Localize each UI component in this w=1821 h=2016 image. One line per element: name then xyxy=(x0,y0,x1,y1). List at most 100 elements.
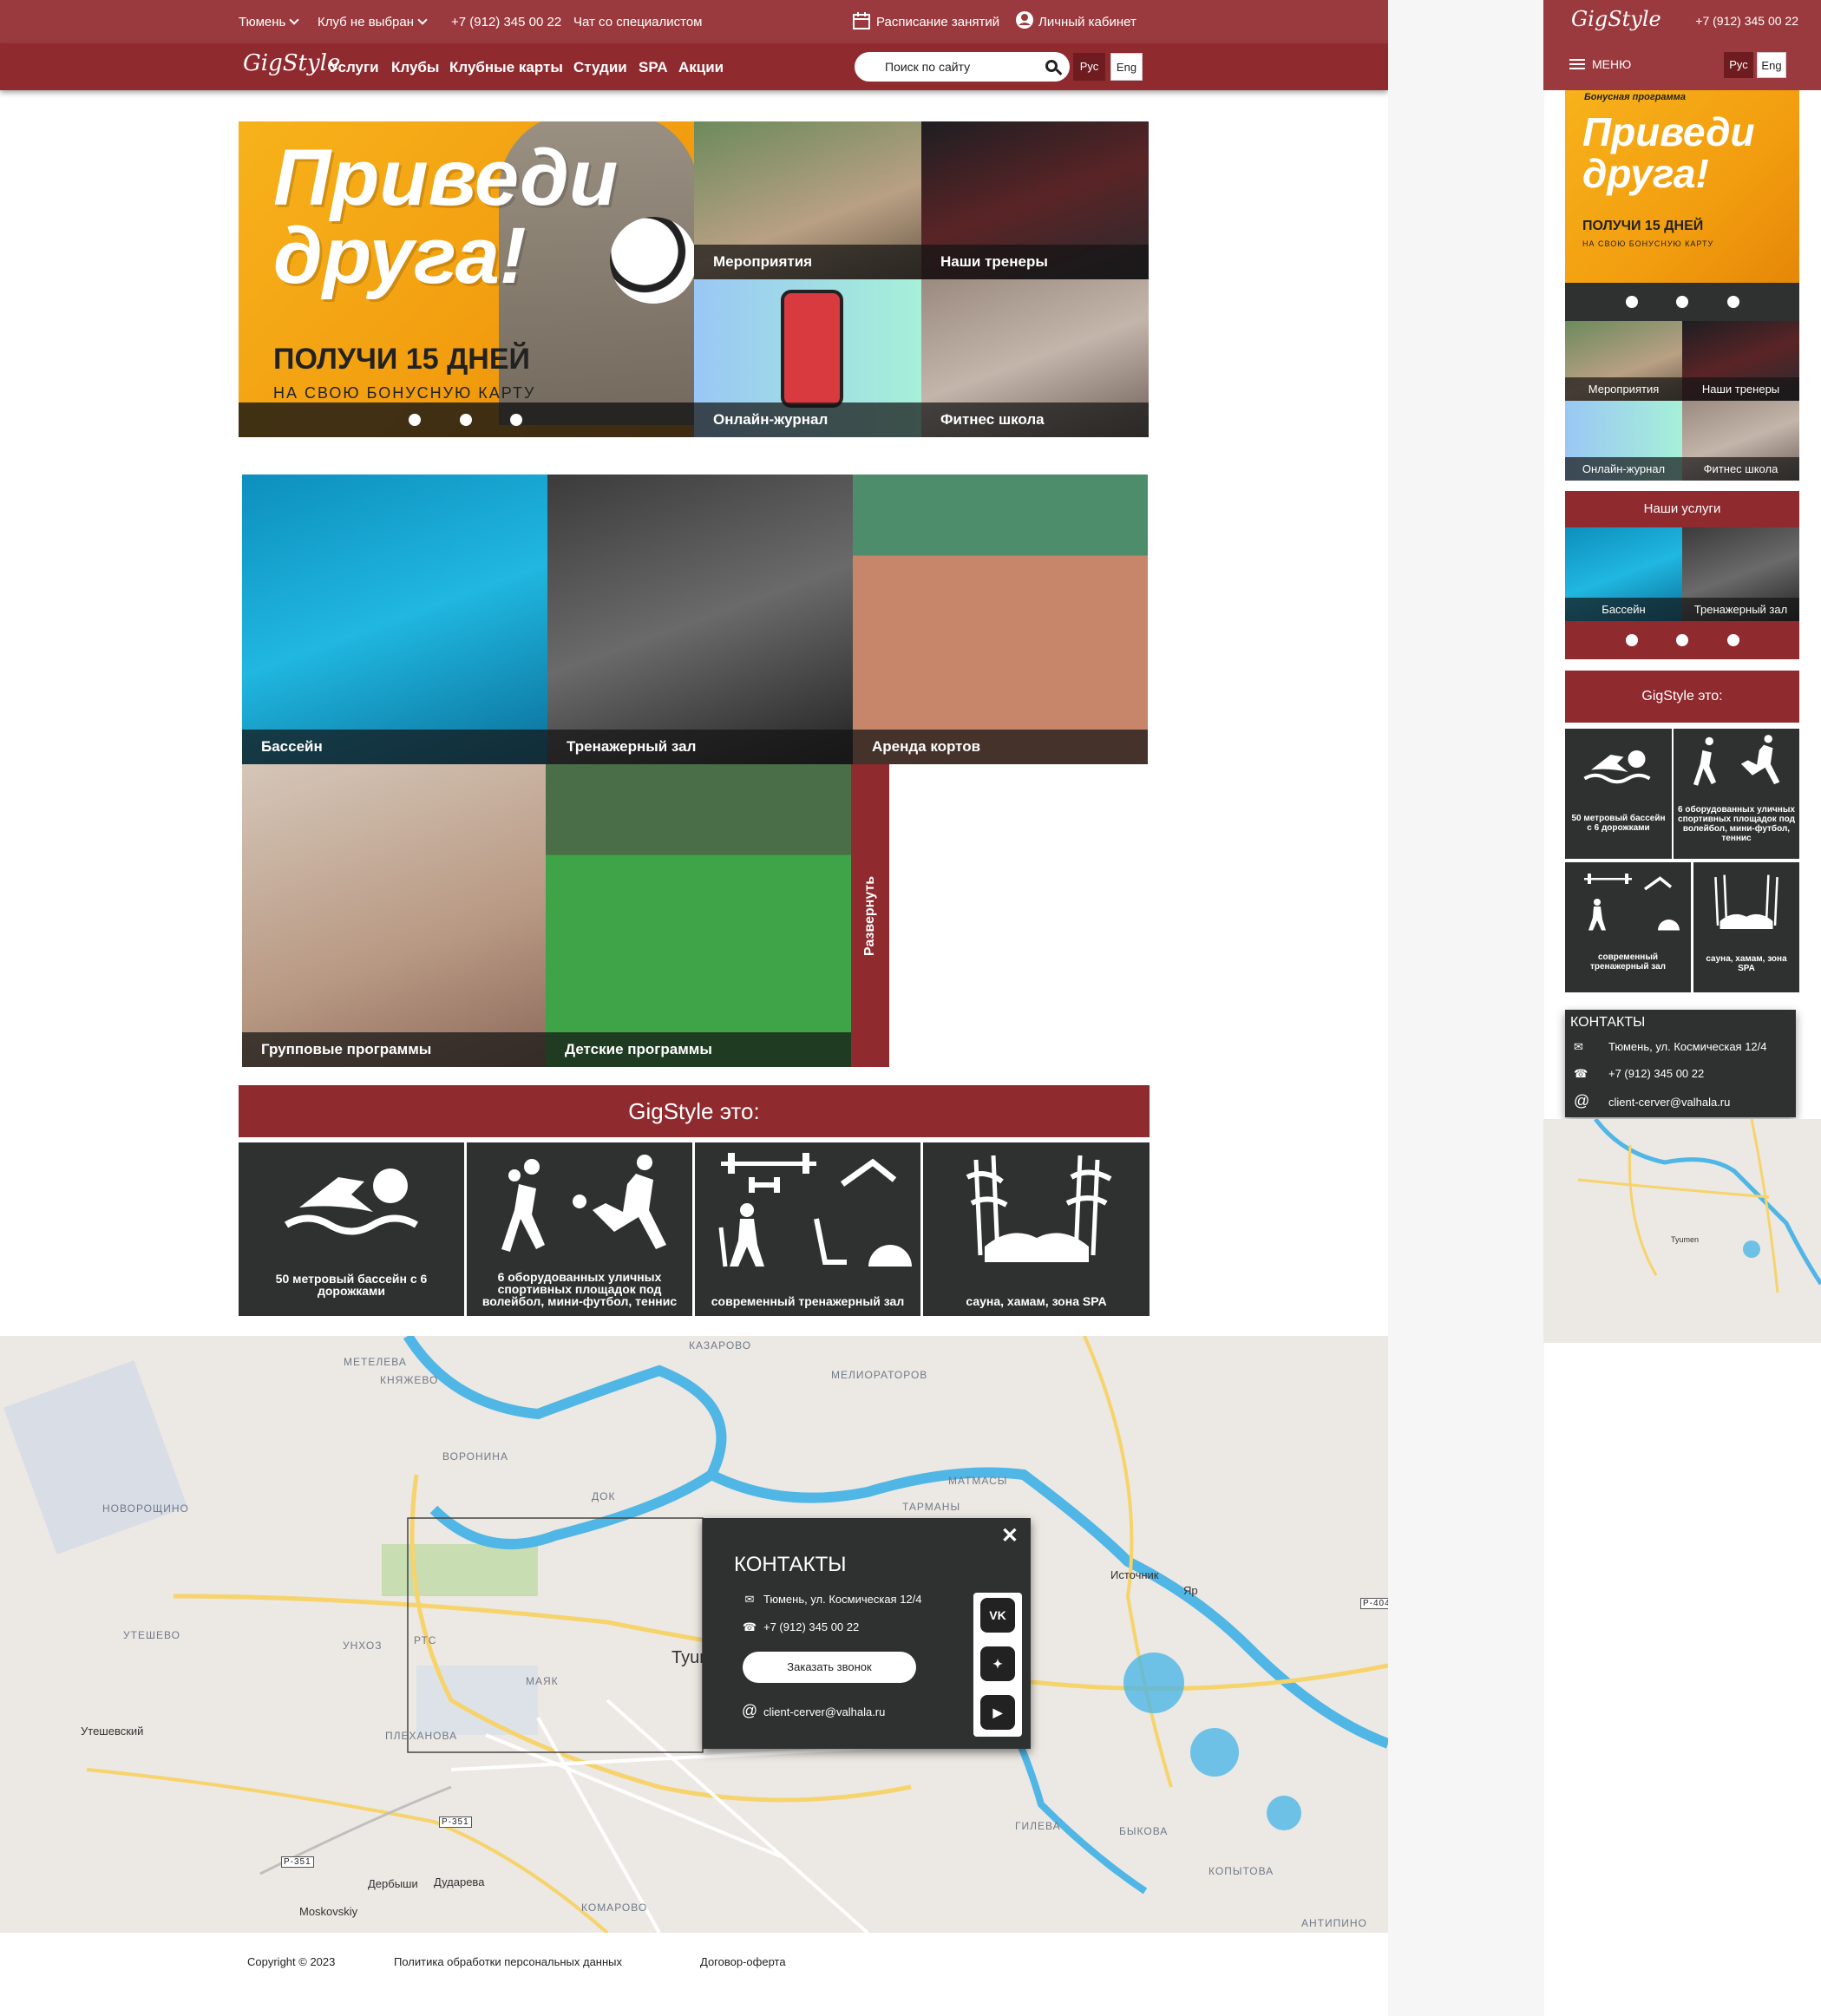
mobile-contact-phone[interactable]: ☎ +7 (912) 345 00 22 xyxy=(1574,1067,1704,1081)
mobile-contact-address: ✉ Тюмень, ул. Космическая 12/4 xyxy=(1574,1040,1767,1053)
nav-spa[interactable]: SPA xyxy=(639,59,668,76)
promo-banner[interactable]: Приведи друга! ПОЛУЧИ 15 ДНЕЙ НА СВОЮ БОН… xyxy=(239,121,694,437)
contact-phone[interactable]: ☎ +7 (912) 345 00 22 xyxy=(741,1620,859,1634)
contact-email[interactable]: @ client-cerver@valhala.ru xyxy=(741,1702,886,1720)
mobile-map[interactable]: Tyumen xyxy=(1543,1119,1821,1343)
swimmer-icon xyxy=(284,1168,419,1235)
city-selector[interactable]: Тюмень xyxy=(239,15,300,29)
tile-label: Фитнес школа xyxy=(921,403,1149,437)
social-links: VK ✦ ▶ xyxy=(973,1593,1022,1737)
header-phone[interactable]: +7 (912) 345 00 22 xyxy=(451,15,561,29)
nav-studios[interactable]: Студии xyxy=(573,59,627,76)
tile-label: Аренда кортов xyxy=(853,730,1148,764)
nav-club-cards[interactable]: Клубные карты xyxy=(449,59,563,76)
expand-button[interactable]: Развернуть xyxy=(851,764,889,1067)
mobile-contact-email[interactable]: @ client-cerver@valhala.ru xyxy=(1574,1092,1730,1110)
order-call-button[interactable]: Заказать звонок xyxy=(743,1652,916,1683)
mobile-tile-events[interactable]: Мероприятия xyxy=(1565,321,1682,401)
gym-equipment-icon xyxy=(718,1153,912,1267)
contacts-title: КОНТАКТЫ xyxy=(734,1553,847,1576)
tile-label: Бассейн xyxy=(242,730,547,764)
sauna-bamboo-icon xyxy=(966,1155,1111,1262)
rutube-icon[interactable]: ▶ xyxy=(980,1695,1015,1730)
offer-link[interactable]: Договор-оферта xyxy=(700,1955,786,1968)
mobile-about-title: GigStyle это: xyxy=(1565,671,1799,723)
promo-title: Приведи друга! xyxy=(273,134,619,300)
mobile-lang-en[interactable]: Eng xyxy=(1757,52,1786,78)
promo-subtitle: ПОЛУЧИ 15 ДНЕЙ xyxy=(273,343,530,376)
lang-ru-button[interactable]: Рус xyxy=(1073,53,1105,81)
feature-sports-grounds: 6 оборудованных уличных спортивных площа… xyxy=(467,1142,692,1316)
feature-gym: современный тренажерный зал xyxy=(695,1142,920,1316)
mobile-feature-sports: 6 оборудованных уличных спортивных площа… xyxy=(1674,729,1799,859)
mobile-service-gym[interactable]: Тренажерный зал xyxy=(1682,527,1799,621)
menu-icon xyxy=(1569,59,1585,69)
lang-en-button[interactable]: Eng xyxy=(1110,53,1143,81)
search-icon[interactable] xyxy=(1045,60,1058,72)
tile-label: Групповые программы xyxy=(242,1032,546,1067)
nav-clubs[interactable]: Клубы xyxy=(391,59,439,76)
mobile-feature-gym: современный тренажерный зал xyxy=(1565,862,1691,992)
tile-label: Тренажерный зал xyxy=(547,730,853,764)
tile-label: Наши тренеры xyxy=(921,245,1149,279)
service-gym[interactable]: Тренажерный зал xyxy=(547,475,853,764)
soccer-ball-image xyxy=(610,217,694,304)
mobile-tile-school[interactable]: Фитнес школа xyxy=(1682,401,1799,481)
envelope-icon: ✉ xyxy=(1574,1040,1583,1053)
club-selector[interactable]: Клуб не выбран xyxy=(318,15,428,29)
carousel-dots xyxy=(239,403,694,437)
mobile-lang-ru[interactable]: Рус xyxy=(1724,52,1753,78)
main-nav: GigStyle Услуги Клубы Клубные карты Студ… xyxy=(0,43,1388,90)
privacy-link[interactable]: Политика обработки персональных данных xyxy=(394,1955,622,1968)
tile-label: Мероприятия xyxy=(694,245,921,279)
vk-icon[interactable]: VK xyxy=(980,1598,1015,1633)
volleyball-football-icon xyxy=(501,1155,666,1252)
mobile-services-title: Наши услуги xyxy=(1565,491,1799,527)
tile-trainers[interactable]: Наши тренеры xyxy=(921,121,1149,279)
site-logo[interactable]: GigStyle xyxy=(243,50,340,76)
mobile-feature-pool: 50 метровый бассейн с 6 дорожками xyxy=(1565,729,1672,859)
service-kids-programs[interactable]: Детские программы xyxy=(546,764,851,1067)
carousel-dot[interactable] xyxy=(409,414,421,426)
tile-events[interactable]: Мероприятия xyxy=(694,121,921,279)
phone-icon: ☎ xyxy=(1574,1067,1588,1080)
close-icon[interactable]: ✕ xyxy=(1001,1523,1019,1548)
at-icon: @ xyxy=(741,1702,758,1719)
service-group-programs[interactable]: Групповые программы xyxy=(242,764,546,1067)
tile-journal[interactable]: Онлайн-журнал xyxy=(694,279,921,437)
mobile-logo[interactable]: GigStyle xyxy=(1571,7,1661,31)
contact-address: ✉ Тюмень, ул. Космическая 12/4 xyxy=(741,1593,922,1607)
carousel-dot[interactable] xyxy=(510,414,522,426)
tile-fitness-school[interactable]: Фитнес школа xyxy=(921,279,1149,437)
promo-subtitle-2: НА СВОЮ БОНУСНУЮ КАРТУ xyxy=(273,384,536,402)
schedule-link[interactable]: Расписание занятий xyxy=(876,15,999,29)
service-pool[interactable]: Бассейн xyxy=(242,475,547,764)
tile-label: Детские программы xyxy=(546,1032,851,1067)
service-courts[interactable]: Аренда кортов xyxy=(853,475,1148,764)
about-title: GigStyle это: xyxy=(239,1085,1150,1137)
mobile-phone[interactable]: +7 (912) 345 00 22 xyxy=(1695,14,1798,28)
carousel-dot[interactable] xyxy=(460,414,472,426)
copyright: Copyright © 2023 xyxy=(247,1955,336,1968)
mobile-service-pool[interactable]: Бассейн xyxy=(1565,527,1682,621)
search-input[interactable]: Поиск по сайту xyxy=(855,52,1070,82)
mobile-contacts: КОНТАКТЫ ✉ Тюмень, ул. Космическая 12/4 ☎… xyxy=(1565,1010,1796,1117)
mobile-services-dots xyxy=(1565,621,1799,659)
feature-pool: 50 метровый бассейн с 6 дорожками xyxy=(239,1142,464,1316)
map[interactable]: КАЗАРОВО МЕТЕЛЕВА КНЯЖЕВО МЕЛИОРАТОРОВ В… xyxy=(0,1336,1388,1933)
mobile-menu-button[interactable]: МЕНЮ xyxy=(1569,57,1631,71)
star-icon[interactable]: ✦ xyxy=(980,1646,1015,1681)
mobile-tile-trainers[interactable]: Наши тренеры xyxy=(1682,321,1799,401)
nav-services[interactable]: Услуги xyxy=(330,59,379,76)
user-icon xyxy=(1015,10,1034,33)
nav-promos[interactable]: Акции xyxy=(678,59,724,76)
top-bar: Тюмень Клуб не выбран +7 (912) 345 00 22… xyxy=(0,0,1388,43)
mobile-tile-journal[interactable]: Онлайн-журнал xyxy=(1565,401,1682,481)
mobile-promo-banner[interactable]: Бонусная программа Приведи друга! ПОЛУЧИ … xyxy=(1565,90,1799,283)
chat-link[interactable]: Чат со специалистом xyxy=(573,15,703,29)
feature-spa: сауна, хамам, зона SPA xyxy=(923,1142,1150,1316)
phone-image xyxy=(781,290,843,408)
mobile-header: GigStyle +7 (912) 345 00 22 МЕНЮ Рус Eng xyxy=(1543,0,1821,90)
contacts-popup: ✕ КОНТАКТЫ ✉ Тюмень, ул. Космическая 12/4… xyxy=(703,1518,1031,1749)
cabinet-link[interactable]: Личный кабинет xyxy=(1038,15,1136,29)
